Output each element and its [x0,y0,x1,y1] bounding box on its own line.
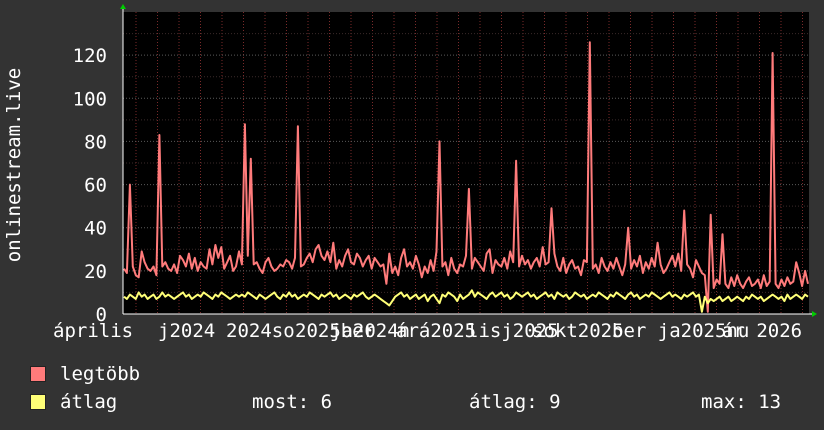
x-tick-labels: április j2024 2024so 2025berja2024nárá2025l… [53,320,802,342]
legend-item-avg: átlag [30,391,117,413]
legend-swatch-avg [30,394,46,410]
x-tick-label: április [53,320,133,342]
y-axis-arrow [120,4,126,9]
y-tick-label: 20 [84,261,107,283]
stat-avg: átlag: 9 [469,391,561,413]
stat-max: max: 13 [701,391,782,413]
y-tick-label: 60 [84,175,107,197]
legend-label-max: legtöbb [60,363,141,385]
x-tick-label: ár 2026 [722,320,802,342]
legend-label-avg: átlag [60,391,118,413]
x-axis-arrow [812,311,817,317]
y-tick-label: 120 [73,45,107,67]
y-axis-label: onlinestream.live [3,68,25,262]
x-tick-label: j2024 [158,320,215,342]
y-tick-labels: 020406080100120 [73,45,107,326]
y-tick-label: 40 [84,218,107,240]
x-tick-label: árá2025 [396,320,476,342]
stat-now: most: 6 [252,391,333,413]
y-tick-label: 100 [73,88,107,110]
x-tick-label: sokt2025 [532,320,624,342]
y-tick-label: 80 [84,131,107,153]
legend-item-max: legtöbb [30,363,140,385]
legend-swatch-max [30,366,46,382]
x-tick-label: 2024so [226,320,295,342]
